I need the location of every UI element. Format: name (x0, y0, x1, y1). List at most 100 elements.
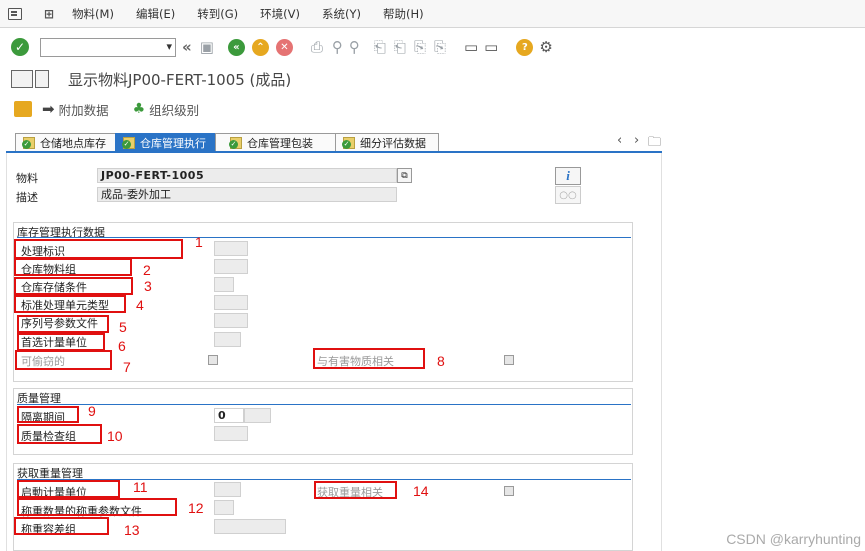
layout-menu-icon[interactable]: ⊞ (44, 7, 54, 21)
settings-gear-icon[interactable]: ⚙ (539, 38, 552, 56)
help-icon[interactable]: ? (516, 38, 534, 56)
tab-list-icon[interactable]: 🗀 (648, 133, 661, 155)
first-page-icon[interactable]: ⎗ (374, 38, 386, 56)
material-label: 物料 (16, 172, 38, 185)
logistics-uom-field[interactable] (214, 482, 241, 497)
storage-condition-field[interactable] (214, 277, 234, 292)
save-icon[interactable]: ▣ (200, 38, 214, 56)
tab-scroll-right-icon[interactable]: › (634, 133, 639, 148)
annotation-box-11 (17, 480, 120, 498)
menu-bar: ⊞ 物料(M) 编辑(E) 转到(G) 环境(V) 系统(Y) 帮助(H) (0, 0, 865, 28)
annotation-number-9: 9 (88, 403, 96, 419)
collapse-command-icon[interactable]: « (182, 38, 192, 56)
handling-indicator-field[interactable] (214, 241, 248, 256)
annotation-number-12: 12 (188, 500, 204, 516)
annotation-number-10: 10 (107, 428, 123, 444)
menu-item-system[interactable]: 系统(Y) (322, 6, 361, 22)
annotation-box-4 (14, 295, 126, 313)
tab-status-icon (342, 136, 355, 149)
title-bar: 显示物料JP00-FERT-1005 (成品) (0, 66, 865, 92)
next-page-icon[interactable]: ⎘ (414, 38, 426, 56)
annotation-number-3: 3 (144, 278, 152, 294)
annotation-number-7: 7 (123, 359, 131, 375)
pilferable-checkbox[interactable] (208, 355, 218, 365)
create-session-icon[interactable]: ▭ (464, 38, 478, 56)
glasses-icon[interactable]: ○○ (555, 186, 581, 204)
tab-label: 仓库管理包装 (247, 136, 313, 150)
cw-relevant-checkbox[interactable] (504, 486, 514, 496)
org-levels-button[interactable]: ♣ 组织级别 (133, 100, 200, 119)
tab-split-valuation[interactable]: 细分评估数据 (335, 133, 439, 151)
page-title: 显示物料JP00-FERT-1005 (成品) (68, 70, 292, 89)
warehouse-material-group-field[interactable] (214, 259, 248, 274)
description-field[interactable]: 成品-委外加工 (97, 187, 397, 202)
menu-item-material[interactable]: 物料(M) (72, 6, 114, 22)
tab-scroll-left-icon[interactable]: ‹ (617, 133, 622, 148)
annotation-box-12 (17, 498, 177, 516)
annotation-number-14: 14 (413, 483, 429, 499)
tab-label: 仓库管理执行 (140, 136, 206, 150)
menu-item-help[interactable]: 帮助(H) (383, 6, 424, 22)
other-view-icon[interactable] (14, 101, 32, 117)
tab-strip: 仓储地点库存 仓库管理执行 仓库管理包装 细分评估数据 (15, 133, 439, 151)
inspection-group-field[interactable] (214, 426, 248, 441)
find-next-icon[interactable]: ⚲ (349, 38, 360, 56)
application-toolbar: ➡ 附加数据 ♣ 组织级别 (0, 96, 865, 122)
back-icon[interactable]: « (227, 38, 245, 56)
group-qm-divider (17, 404, 631, 405)
group-wm-divider (17, 237, 631, 238)
material-expand-icon[interactable]: ⧉ (397, 168, 412, 183)
annotation-number-2: 2 (143, 262, 151, 278)
annotation-box-2 (14, 258, 132, 276)
menu-item-environment[interactable]: 环境(V) (260, 6, 300, 22)
hazardous-relevant-checkbox[interactable] (504, 355, 514, 365)
standard-toolbar: ✓ « ▣ « ⌃ ✕ ⎙ ⚲ ⚲ ⎗ ⎗ ⎘ ⎘ ▭ ▭ ? ⚙ (0, 30, 865, 64)
command-field[interactable] (40, 37, 176, 57)
menu-item-goto[interactable]: 转到(G) (197, 6, 238, 22)
standard-hu-type-field[interactable] (214, 295, 248, 310)
cw-tolerance-group-field[interactable] (214, 519, 286, 534)
preferred-uom-field[interactable] (214, 332, 241, 347)
find-icon[interactable]: ⚲ (332, 38, 343, 56)
annotation-box-9 (17, 406, 79, 423)
annotation-box-14 (314, 481, 397, 499)
system-menu-icon[interactable] (8, 7, 22, 20)
org-levels-label: 组织级别 (149, 102, 200, 118)
annotation-number-1: 1 (195, 234, 203, 250)
tab-storage-location-stock[interactable]: 仓储地点库存 (15, 133, 116, 151)
previous-page-icon[interactable]: ⎗ (394, 38, 406, 56)
enter-check-icon[interactable]: ✓ (11, 38, 29, 56)
annotation-number-13: 13 (124, 522, 140, 538)
tab-warehouse-mgmt-execution[interactable]: 仓库管理执行 (115, 133, 216, 151)
cancel-icon[interactable]: ✕ (275, 38, 293, 56)
annotation-box-3 (14, 277, 133, 295)
layout-icon[interactable] (11, 70, 33, 88)
annotation-number-6: 6 (118, 338, 126, 354)
tab-status-icon (229, 136, 242, 149)
menu-item-edit[interactable]: 编辑(E) (136, 6, 175, 22)
annotation-box-7 (15, 350, 112, 370)
last-page-icon[interactable]: ⎘ (434, 38, 446, 56)
serial-number-profile-field[interactable] (214, 313, 248, 328)
exit-icon[interactable]: ⌃ (251, 38, 269, 56)
quarantine-unit-field[interactable] (244, 408, 271, 423)
quarantine-period-field[interactable]: 0 (214, 408, 244, 423)
annotation-number-5: 5 (119, 319, 127, 335)
group-quality-mgmt (13, 388, 633, 455)
annotation-number-11: 11 (133, 479, 148, 495)
annotation-box-13 (14, 517, 109, 535)
additional-data-button[interactable]: ➡ 附加数据 (42, 100, 109, 119)
print-icon[interactable]: ⎙ (311, 38, 323, 56)
watermark: CSDN @karryhunting (726, 531, 861, 547)
material-field[interactable]: JP00-FERT-1005 (97, 168, 397, 183)
shortcut-icon[interactable]: ▭ (484, 38, 498, 56)
info-icon[interactable]: i (555, 167, 581, 185)
tab-label: 仓储地点库存 (40, 136, 106, 150)
annotation-box-8 (313, 348, 425, 369)
tab-label: 细分评估数据 (360, 136, 426, 150)
tab-warehouse-mgmt-packaging[interactable]: 仓库管理包装 (215, 133, 336, 151)
command-input[interactable] (41, 38, 159, 56)
cw-profile-field[interactable] (214, 500, 234, 515)
arrow-right-icon: ➡ (42, 100, 55, 118)
dropdown-icon[interactable] (35, 70, 49, 88)
